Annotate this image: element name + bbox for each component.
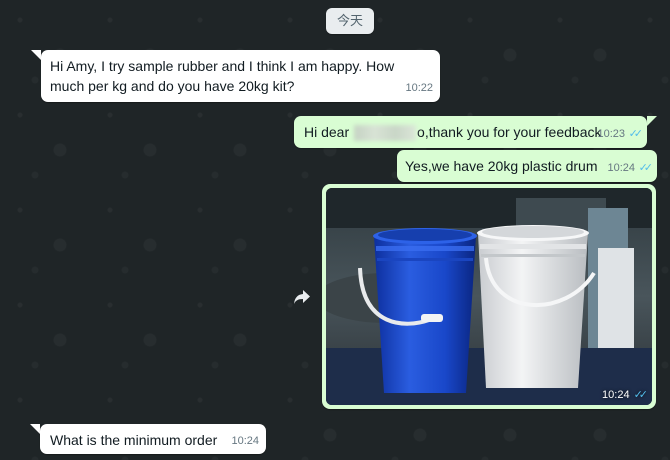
message-text: What is the minimum order [50,432,218,448]
date-divider: 今天 [326,8,374,34]
redacted-name [354,125,417,142]
bubble-tail [647,116,657,126]
read-receipt-icon: ✓✓ [628,128,644,140]
message-text-start: Hi dear [304,124,354,140]
message-text: Hi Amy, I try sample rubber and I think … [50,58,395,94]
forward-icon[interactable] [291,286,313,308]
message-bubble-outgoing[interactable]: Hi dear o,thank you for your feedback 10… [294,116,647,148]
message-bubble-outgoing[interactable]: Yes,we have 20kg plastic drum 10:24 ✓✓ [397,150,657,182]
message-time: 10:24 [231,435,259,447]
message-text-end: o,thank you for your feedback [417,124,602,140]
buckets-photo [326,188,652,405]
message-bubble-incoming[interactable]: What is the minimum order 10:24 [40,424,266,454]
read-receipt-icon: ✓✓ [633,389,649,401]
message-image-bubble[interactable]: 10:24 ✓✓ [322,184,656,409]
message-text: Yes,we have 20kg plastic drum [405,158,598,174]
message-time: 10:23 [597,128,625,140]
read-receipt-icon: ✓✓ [638,162,654,174]
bubble-tail [30,424,40,434]
image-timestamp: 10:24 ✓✓ [602,388,649,401]
bubble-tail [31,50,41,60]
message-image[interactable]: 10:24 ✓✓ [326,188,652,405]
message-time: 10:22 [405,82,433,94]
message-time: 10:24 [602,389,630,401]
message-text: Hi dear o,thank you for your feedback [304,122,601,142]
message-time: 10:24 [607,162,635,174]
message-bubble-incoming[interactable]: Hi Amy, I try sample rubber and I think … [41,50,440,102]
